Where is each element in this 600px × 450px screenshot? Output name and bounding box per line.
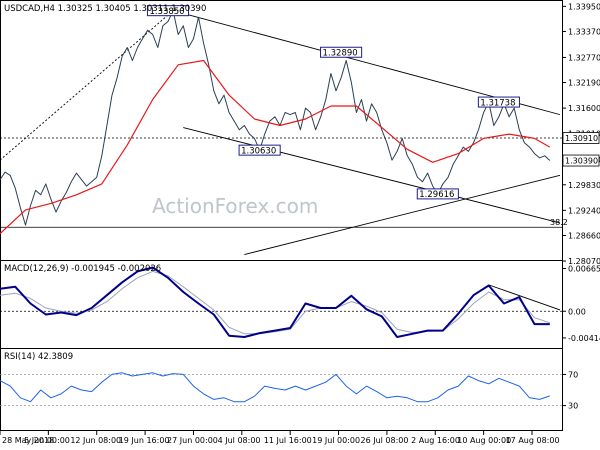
x-tick-label: 19 Jun 16:00	[119, 436, 170, 445]
x-tick-label: 5 Jun 00:00	[24, 436, 70, 445]
price-ytick-label: 1.33950	[568, 2, 600, 11]
x-tick-label: 19 Jul 00:00	[312, 436, 360, 445]
macd-ytick-label: 0.006651	[568, 264, 600, 273]
price-header: USDCAD,H4 1.30325 1.30405 1.30311 1.3039…	[4, 4, 206, 14]
last-price-value-label: 1.30390	[565, 157, 598, 166]
price-ytick-label: 1.31600	[568, 104, 600, 113]
rsi-ytick-label: 70	[568, 370, 578, 379]
annotation-label: 1.29616	[419, 190, 454, 200]
x-tick-label: 4 Jul 08:00	[218, 436, 261, 445]
annotation-label: 1.31738	[480, 98, 515, 108]
chart-root: ActionForex.com 1.33950 1.33370 1.32770 1.3…	[0, 0, 600, 450]
x-tick-label: 17 Aug 08:00	[506, 436, 560, 445]
price-ytick-label: 1.28660	[568, 231, 600, 240]
macd-header: MACD(12,26,9) -0.001945 -0.002026	[4, 264, 161, 274]
x-tick-label: 10 Aug 00:00	[457, 436, 511, 445]
price-ytick-label: 1.29830	[568, 181, 600, 190]
resistance-value-label: 1.30910	[565, 134, 598, 143]
annotation-label: 1.32890	[323, 48, 358, 58]
chart-svg: ActionForex.com 1.33950 1.33370 1.32770 1.3…	[0, 0, 600, 445]
x-tick-label: 12 Jun 08:00	[70, 436, 121, 445]
price-ytick-label: 1.33370	[568, 27, 600, 36]
x-tick-label: 2 Aug 16:00	[411, 436, 460, 445]
rsi-ytick-label: 30	[568, 402, 578, 411]
price-ytick-label: 1.29240	[568, 206, 600, 215]
macd-ytick-label: -0.004145	[568, 334, 600, 343]
price-ytick-label: 1.32190	[568, 79, 600, 88]
rsi-header: RSI(14) 42.3809	[4, 352, 73, 362]
macd-ytick-label: 0.00	[568, 307, 586, 316]
x-axis-layer: 28 May 20185 Jun 00:00 12 Jun 08:0019 Jun…	[0, 431, 560, 445]
price-ytick-label: 1.32770	[568, 53, 600, 62]
x-tick-label: 26 Jul 08:00	[361, 436, 409, 445]
annotation-label: 1.30630	[241, 146, 276, 156]
x-tick-label: 27 Jun 00:00	[167, 436, 218, 445]
watermark: ActionForex.com	[152, 194, 318, 218]
x-tick-label: 11 Jul 16:00	[264, 436, 312, 445]
